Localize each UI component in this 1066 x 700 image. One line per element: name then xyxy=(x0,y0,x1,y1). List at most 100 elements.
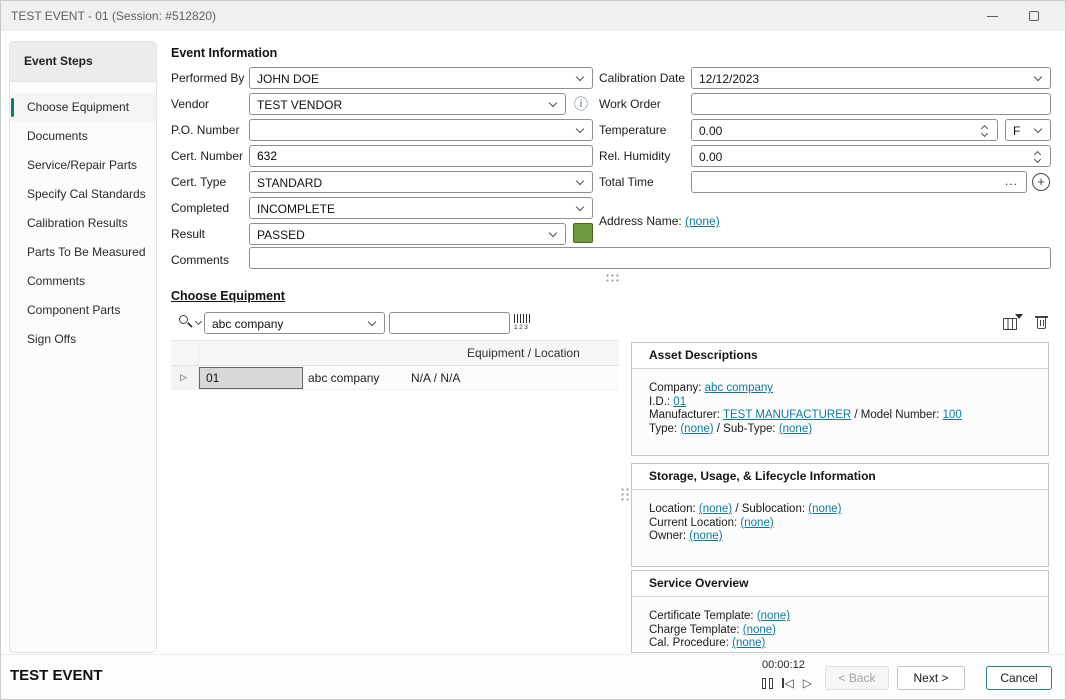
total-time-browse-button[interactable]: ... xyxy=(1005,173,1018,189)
subtype-label: / Sub-Type: xyxy=(717,423,776,435)
certificate-template-label: Certificate Template: xyxy=(649,610,754,622)
calibration-date-label: Calibration Date xyxy=(599,71,685,85)
chevron-down-icon xyxy=(1034,125,1042,133)
location-link[interactable]: (none) xyxy=(699,503,732,515)
equipment-location-column-header[interactable]: Equipment / Location xyxy=(467,346,580,360)
chevron-down-icon xyxy=(549,229,557,237)
sidebar-item-calibration-results[interactable]: Calibration Results xyxy=(10,209,156,238)
spinner-icons[interactable] xyxy=(1033,149,1043,165)
performed-by-select[interactable]: JOHN DOE xyxy=(249,67,593,89)
company-filter-select[interactable]: abc company xyxy=(204,312,385,334)
equipment-location-cell[interactable]: N/A / N/A xyxy=(411,371,460,385)
sidebar-item-parts-to-be-measured[interactable]: Parts To Be Measured xyxy=(10,238,156,267)
charge-template-link[interactable]: (none) xyxy=(743,624,776,636)
po-number-label: P.O. Number xyxy=(171,123,239,137)
back-button[interactable]: < Back xyxy=(825,666,889,690)
total-time-field[interactable]: ... xyxy=(691,171,1027,193)
address-name-link[interactable]: (none) xyxy=(685,214,720,228)
cert-number-label: Cert. Number xyxy=(171,149,243,163)
minimize-button[interactable] xyxy=(973,1,1013,31)
sidebar-item-component-parts[interactable]: Component Parts xyxy=(10,296,156,325)
cancel-button[interactable]: Cancel xyxy=(986,666,1052,690)
pause-icon[interactable] xyxy=(762,678,773,689)
owner-link[interactable]: (none) xyxy=(689,530,722,542)
rel-humidity-label: Rel. Humidity xyxy=(599,149,670,163)
equipment-id-cell[interactable]: 01 xyxy=(199,367,303,389)
service-overview-panel: Service Overview Certificate Template: (… xyxy=(631,570,1049,653)
cal-procedure-link[interactable]: (none) xyxy=(732,637,765,649)
type-link[interactable]: (none) xyxy=(680,423,713,435)
completed-select[interactable]: INCOMPLETE xyxy=(249,197,593,219)
chevron-down-icon xyxy=(549,99,557,107)
footer-bar: TEST EVENT 00:00:12 < Back Next > Cancel xyxy=(1,654,1065,699)
sidebar-item-choose-equipment[interactable]: Choose Equipment xyxy=(10,93,156,122)
play-icon[interactable] xyxy=(803,678,812,689)
vertical-splitter-handle[interactable] xyxy=(620,487,629,503)
equipment-company-cell[interactable]: abc company xyxy=(308,371,379,385)
spinner-icons[interactable] xyxy=(980,123,990,139)
add-time-icon[interactable] xyxy=(1032,173,1050,191)
sublocation-label: / Sublocation: xyxy=(735,503,805,515)
calibration-date-select[interactable]: 12/12/2023 xyxy=(691,67,1051,89)
spinner-down-icon xyxy=(1034,156,1041,163)
work-order-input[interactable] xyxy=(691,93,1051,115)
sidebar-item-comments[interactable]: Comments xyxy=(10,267,156,296)
equipment-table-header[interactable]: Equipment / Location xyxy=(171,341,619,366)
temperature-unit-select[interactable]: F xyxy=(1005,119,1051,141)
performed-by-label: Performed By xyxy=(171,71,244,85)
company-line: Company: abc company xyxy=(649,382,1031,396)
chevron-down-icon xyxy=(576,73,584,81)
expand-row-icon[interactable] xyxy=(180,372,187,383)
barcode-bars xyxy=(514,314,530,323)
restart-icon[interactable] xyxy=(782,678,794,689)
vendor-label: Vendor xyxy=(171,97,209,111)
manufacturer-link[interactable]: TEST MANUFACTURER xyxy=(723,409,851,421)
cal-procedure-line: Cal. Procedure: (none) xyxy=(649,637,1031,651)
next-button[interactable]: Next > xyxy=(897,666,965,690)
id-link[interactable]: 01 xyxy=(673,396,686,408)
edit-columns-icon[interactable] xyxy=(1003,314,1023,331)
maximize-button[interactable] xyxy=(1015,1,1055,31)
trash-body xyxy=(1037,318,1046,329)
table-row[interactable]: 01 abc company N/A / N/A xyxy=(171,366,619,390)
sidebar-item-documents[interactable]: Documents xyxy=(10,122,156,151)
comments-input[interactable] xyxy=(249,247,1051,269)
sidebar-item-service-repair-parts[interactable]: Service/Repair Parts xyxy=(10,151,156,180)
id-line: I.D.: 01 xyxy=(649,396,1031,410)
owner-label: Owner: xyxy=(649,530,686,542)
comments-label: Comments xyxy=(171,253,229,267)
po-number-select[interactable] xyxy=(249,119,593,141)
service-overview-title: Service Overview xyxy=(632,571,1048,597)
table-gutter xyxy=(171,341,199,365)
sublocation-link[interactable]: (none) xyxy=(808,503,841,515)
company-link[interactable]: abc company xyxy=(705,382,773,394)
delete-icon[interactable] xyxy=(1034,314,1049,331)
total-time-label: Total Time xyxy=(599,175,654,189)
equipment-search-input[interactable] xyxy=(389,312,510,334)
model-number-link[interactable]: 100 xyxy=(943,409,962,421)
result-color-swatch xyxy=(573,223,593,243)
result-label: Result xyxy=(171,227,205,241)
vendor-info-icon[interactable]: ⓘ xyxy=(574,96,588,112)
temperature-stepper[interactable]: 0.00 xyxy=(691,119,998,141)
manufacturer-label: Manufacturer: xyxy=(649,409,720,421)
certificate-template-link[interactable]: (none) xyxy=(757,610,790,622)
barcode-scan-icon[interactable]: 123 xyxy=(514,314,532,332)
temperature-label: Temperature xyxy=(599,123,666,137)
vendor-select[interactable]: TEST VENDOR xyxy=(249,93,566,115)
search-button[interactable] xyxy=(177,312,203,334)
current-location-link[interactable]: (none) xyxy=(740,517,773,529)
storage-usage-lifecycle-title: Storage, Usage, & Lifecycle Information xyxy=(632,464,1048,490)
type-label: Type: xyxy=(649,423,677,435)
subtype-link[interactable]: (none) xyxy=(779,423,812,435)
sidebar-item-specify-cal-standards[interactable]: Specify Cal Standards xyxy=(10,180,156,209)
current-location-label: Current Location: xyxy=(649,517,737,529)
cert-number-input[interactable] xyxy=(249,145,593,167)
sidebar-item-sign-offs[interactable]: Sign Offs xyxy=(10,325,156,354)
company-label: Company: xyxy=(649,382,701,394)
horizontal-splitter-handle[interactable] xyxy=(605,273,621,282)
storage-usage-lifecycle-panel: Storage, Usage, & Lifecycle Information … xyxy=(631,463,1049,567)
result-select[interactable]: PASSED xyxy=(249,223,566,245)
rel-humidity-stepper[interactable]: 0.00 xyxy=(691,145,1051,167)
cert-type-select[interactable]: STANDARD xyxy=(249,171,593,193)
